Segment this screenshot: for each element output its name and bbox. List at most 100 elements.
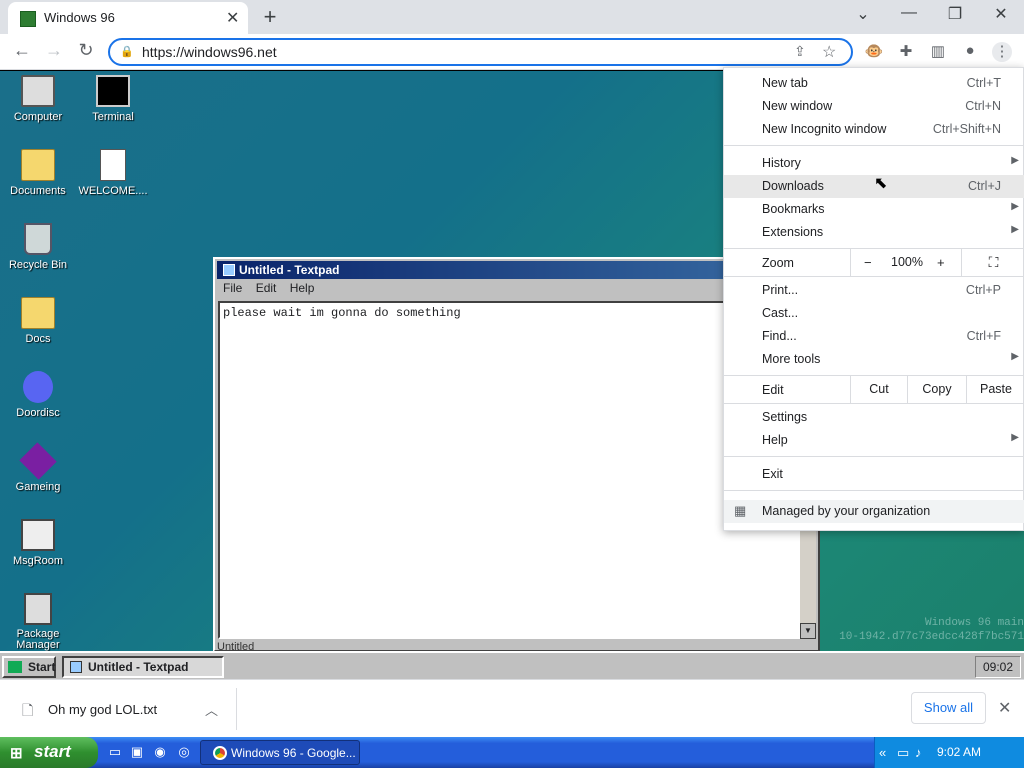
menu-item-shortcut: Ctrl+Shift+N xyxy=(932,122,1001,136)
address-bar[interactable]: 🔒 https://windows96.net ⇪ ☆ xyxy=(108,38,853,66)
show-desktop-icon[interactable]: ▭ xyxy=(106,744,124,761)
kebab-menu-icon[interactable]: ⋮ xyxy=(992,42,1012,62)
restore-icon[interactable]: ❐ xyxy=(940,4,970,24)
version-watermark: Windows 96 main 10-1942.d77c73edcc428f7b… xyxy=(818,616,1024,644)
browser-tab-bar: Windows 96 ✕ + ⌄ — ❐ ✕ xyxy=(0,0,1024,34)
menu-item-history[interactable]: History ▶ xyxy=(724,152,1024,175)
desktop-icon-recycle-bin[interactable]: Recycle Bin xyxy=(0,223,76,271)
back-icon[interactable]: ← xyxy=(10,40,34,61)
menu-item-bookmarks[interactable]: Bookmarks ▶ xyxy=(724,198,1024,221)
submenu-arrow-icon: ▶ xyxy=(1011,432,1019,443)
menu-item-label: Downloads xyxy=(762,179,824,193)
chevron-up-icon[interactable]: ︿ xyxy=(205,700,218,719)
menu-edit[interactable]: Edit xyxy=(256,281,277,295)
menu-item-extensions[interactable]: Extensions ▶ xyxy=(724,221,1024,244)
share-icon[interactable]: ⇪ xyxy=(794,43,806,60)
star-icon[interactable]: ☆ xyxy=(822,42,836,62)
menu-item-new-tab[interactable]: New tab Ctrl+T xyxy=(724,72,1024,95)
xp-clock: 9:02 AM xyxy=(937,745,982,759)
scroll-down-icon[interactable]: ▼ xyxy=(800,623,816,639)
taskbar-item-textpad[interactable]: Untitled - Textpad xyxy=(62,656,224,678)
desktop-icon-gameing[interactable]: Gameing xyxy=(0,442,76,493)
tab-search-icon[interactable]: ⌄ xyxy=(848,4,878,24)
menu-item-new-window[interactable]: New window Ctrl+N xyxy=(724,95,1024,118)
url-text[interactable]: https://windows96.net xyxy=(142,44,277,60)
desktop-icon-label: WELCOME.... xyxy=(78,185,148,197)
minimize-icon[interactable]: — xyxy=(894,4,924,22)
textpad-icon xyxy=(70,661,82,673)
window-close-icon[interactable]: ✕ xyxy=(986,4,1016,24)
windows96-taskbar: Start Untitled - Textpad 09:02 xyxy=(0,651,1024,679)
submenu-arrow-icon: ▶ xyxy=(1011,351,1019,362)
menu-item-more-tools[interactable]: More tools ▶ xyxy=(724,348,1024,371)
browser-tab[interactable]: Windows 96 ✕ xyxy=(8,2,248,34)
puzzle-icon[interactable]: ✚ xyxy=(896,42,916,62)
xp-taskbar: ⊞ start ▭ ▣ ◉ ◎ Windows 96 - Google... «… xyxy=(0,737,1024,768)
xp-taskbar-chrome-window[interactable]: Windows 96 - Google... xyxy=(200,740,360,765)
menu-item-shortcut: Ctrl+J xyxy=(968,179,1001,193)
menu-item-label: New window xyxy=(762,99,833,113)
menu-item-help[interactable]: Help ▶ xyxy=(724,429,1024,452)
network-icon[interactable]: ▭ xyxy=(897,745,909,761)
menu-item-label: Exit xyxy=(762,467,783,481)
menu-item-cast[interactable]: Cast... xyxy=(724,302,1024,325)
close-icon[interactable]: ✕ xyxy=(998,698,1011,718)
fullscreen-icon[interactable]: ⛶ xyxy=(961,249,1024,276)
desktop-icon-computer[interactable]: Computer xyxy=(0,75,76,123)
xp-window-label: Windows 96 - Google... xyxy=(231,746,356,760)
tray-chevron-icon[interactable]: « xyxy=(879,745,886,760)
textpad-editor[interactable]: please wait im gonna do something xyxy=(218,301,800,639)
menu-item-managed[interactable]: ▦ Managed by your organization xyxy=(724,500,1024,523)
tab-title: Windows 96 xyxy=(44,10,115,25)
volume-icon[interactable]: ♪ xyxy=(915,745,922,760)
xp-start-label: start xyxy=(34,742,71,761)
zoom-out-button[interactable]: − xyxy=(864,255,872,270)
tab-close-icon[interactable]: ✕ xyxy=(226,8,239,28)
desktop-icon-documents[interactable]: Documents xyxy=(0,149,76,197)
xp-start-button[interactable]: ⊞ start xyxy=(0,737,98,768)
menu-item-label: Cast... xyxy=(762,306,799,320)
menu-item-new-incognito[interactable]: New Incognito window Ctrl+Shift+N xyxy=(724,118,1024,141)
desktop-icon-welcome[interactable]: WELCOME.... xyxy=(75,149,151,197)
menu-item-label: More tools xyxy=(762,352,821,366)
show-all-button[interactable]: Show all xyxy=(911,692,986,724)
menu-item-shortcut: Ctrl+F xyxy=(966,329,1001,343)
reload-icon[interactable]: ↻ xyxy=(74,40,98,61)
new-tab-button[interactable]: + xyxy=(258,4,282,30)
menu-item-exit[interactable]: Exit xyxy=(724,463,1024,486)
textpad-title: Untitled - Textpad xyxy=(239,263,340,277)
package-icon xyxy=(24,593,52,625)
edge-icon[interactable]: ◉ xyxy=(151,744,169,761)
desktop-icon-package-manager[interactable]: Package Manager xyxy=(0,593,76,651)
desktop-icon-docs[interactable]: Docs xyxy=(0,297,76,345)
sidepanel-icon[interactable]: ▥ xyxy=(928,42,948,62)
lock-icon[interactable]: 🔒 xyxy=(120,45,134,58)
menu-item-shortcut: Ctrl+T xyxy=(966,76,1001,90)
desktop-icon-doordisc[interactable]: Doordisc xyxy=(0,371,76,419)
cut-button[interactable]: Cut xyxy=(850,376,907,403)
zoom-value: 100% xyxy=(891,255,923,269)
menu-divider xyxy=(724,403,1024,404)
submenu-arrow-icon: ▶ xyxy=(1011,155,1019,166)
menu-file[interactable]: File xyxy=(223,281,242,295)
chrome-icon[interactable]: ◎ xyxy=(175,744,193,761)
copy-button[interactable]: Copy xyxy=(907,376,966,403)
menu-help[interactable]: Help xyxy=(290,281,315,295)
zoom-in-button[interactable]: + xyxy=(937,255,945,270)
download-file-name[interactable]: Oh my god LOL.txt xyxy=(48,702,157,717)
desktop-icon-msgroom[interactable]: MsgRoom xyxy=(0,519,76,567)
paste-button[interactable]: Paste xyxy=(966,376,1024,403)
file-icon: 🗋 xyxy=(22,702,34,718)
start-label: Start xyxy=(28,660,56,674)
extension-monkey-icon[interactable]: 🐵 xyxy=(864,42,884,62)
menu-item-find[interactable]: Find... Ctrl+F xyxy=(724,325,1024,348)
menu-item-print[interactable]: Print... Ctrl+P xyxy=(724,279,1024,302)
desktop-icon-terminal[interactable]: Terminal xyxy=(75,75,151,123)
watermark-line: Windows 96 main xyxy=(924,617,1024,629)
explorer-icon[interactable]: ▣ xyxy=(128,744,146,761)
w96-start-button[interactable]: Start xyxy=(2,656,56,678)
forward-icon[interactable]: → xyxy=(42,40,66,61)
profile-icon[interactable]: ● xyxy=(960,42,980,62)
menu-item-settings[interactable]: Settings xyxy=(724,406,1024,429)
edit-label: Edit xyxy=(762,383,784,397)
